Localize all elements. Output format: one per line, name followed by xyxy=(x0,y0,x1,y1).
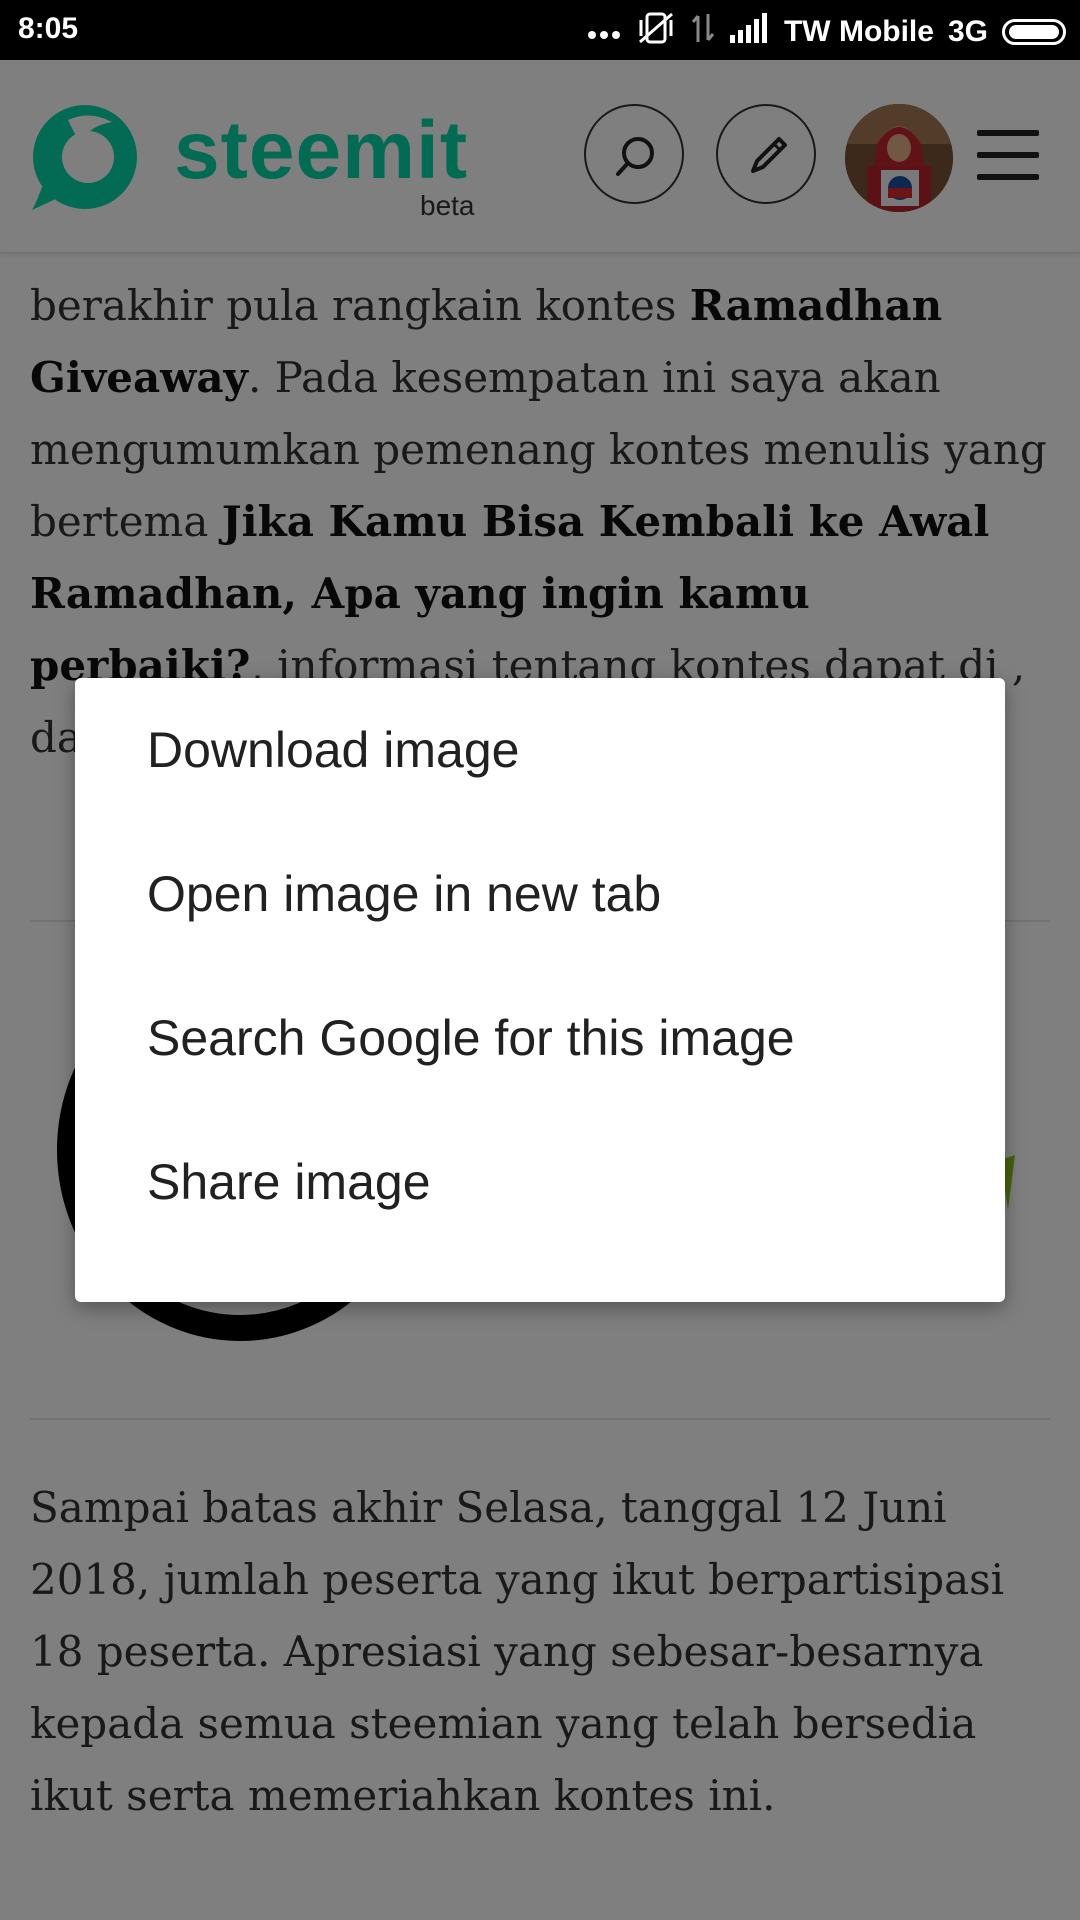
signal-icon xyxy=(729,13,770,51)
network-type: 3G xyxy=(947,15,988,48)
battery-icon xyxy=(1002,19,1066,45)
more-notifications-icon xyxy=(586,15,622,49)
status-icons: TW Mobile 3G xyxy=(586,10,1066,54)
menu-item-open-image-new-tab[interactable]: Open image in new tab xyxy=(75,822,1005,966)
carrier-name: TW Mobile xyxy=(783,15,934,48)
vibrate-off-icon xyxy=(636,10,676,54)
menu-item-search-google-image[interactable]: Search Google for this image xyxy=(75,966,1005,1110)
data-arrows-icon xyxy=(690,10,716,54)
image-context-menu: Download image Open image in new tab Sea… xyxy=(75,678,1005,1302)
status-bar: 8:05 TW Mobile 3G xyxy=(0,0,1080,60)
menu-item-download-image[interactable]: Download image xyxy=(75,678,1005,822)
menu-item-share-image[interactable]: Share image xyxy=(75,1110,1005,1254)
status-time: 8:05 xyxy=(18,12,79,45)
